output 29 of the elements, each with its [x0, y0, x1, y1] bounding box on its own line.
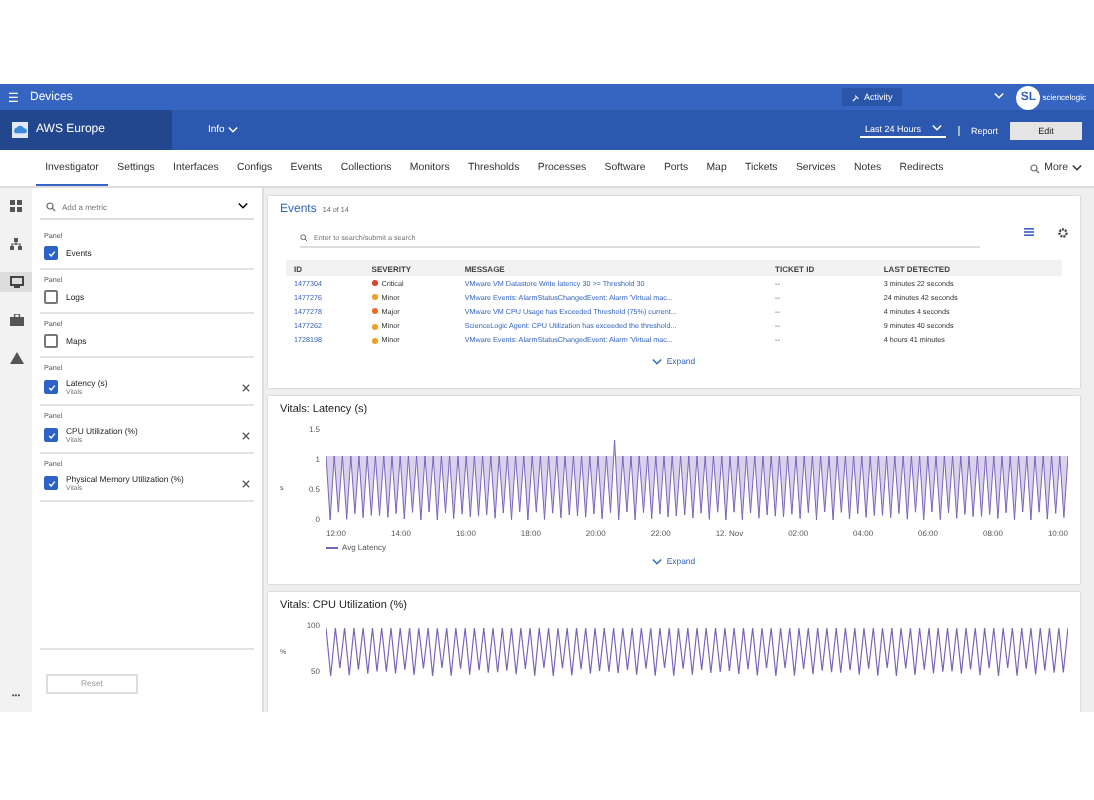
search-icon	[1030, 163, 1041, 173]
chevron-icon	[994, 91, 1005, 99]
checkbox[interactable]	[44, 334, 58, 348]
checkbox[interactable]	[44, 290, 58, 304]
search-icon	[46, 201, 56, 211]
warning-icon[interactable]	[9, 352, 23, 364]
chevron-icon	[238, 202, 248, 210]
close-icon[interactable]	[242, 479, 250, 487]
briefcase-icon[interactable]	[9, 314, 23, 326]
checkbox[interactable]	[44, 476, 58, 490]
checkbox[interactable]	[44, 380, 58, 394]
chevron-icon	[228, 126, 239, 134]
close-icon[interactable]	[242, 431, 250, 439]
chevron-icon	[652, 357, 663, 365]
network-icon[interactable]	[10, 238, 22, 250]
legend-line-icon	[326, 545, 338, 549]
chevron-icon	[652, 557, 663, 565]
close-icon[interactable]	[242, 383, 250, 391]
chevron-icon	[1072, 164, 1082, 172]
settings-icon[interactable]	[1058, 227, 1068, 237]
checkbox[interactable]	[44, 246, 58, 260]
chevron-icon	[932, 124, 943, 132]
monitor-icon[interactable]	[9, 276, 23, 288]
wrench-icon	[851, 93, 860, 101]
search-icon	[300, 233, 308, 241]
list-icon[interactable]	[1024, 228, 1034, 236]
checkbox[interactable]	[44, 428, 58, 442]
cloud-device-icon	[12, 122, 28, 138]
grid-icon[interactable]	[10, 200, 22, 212]
